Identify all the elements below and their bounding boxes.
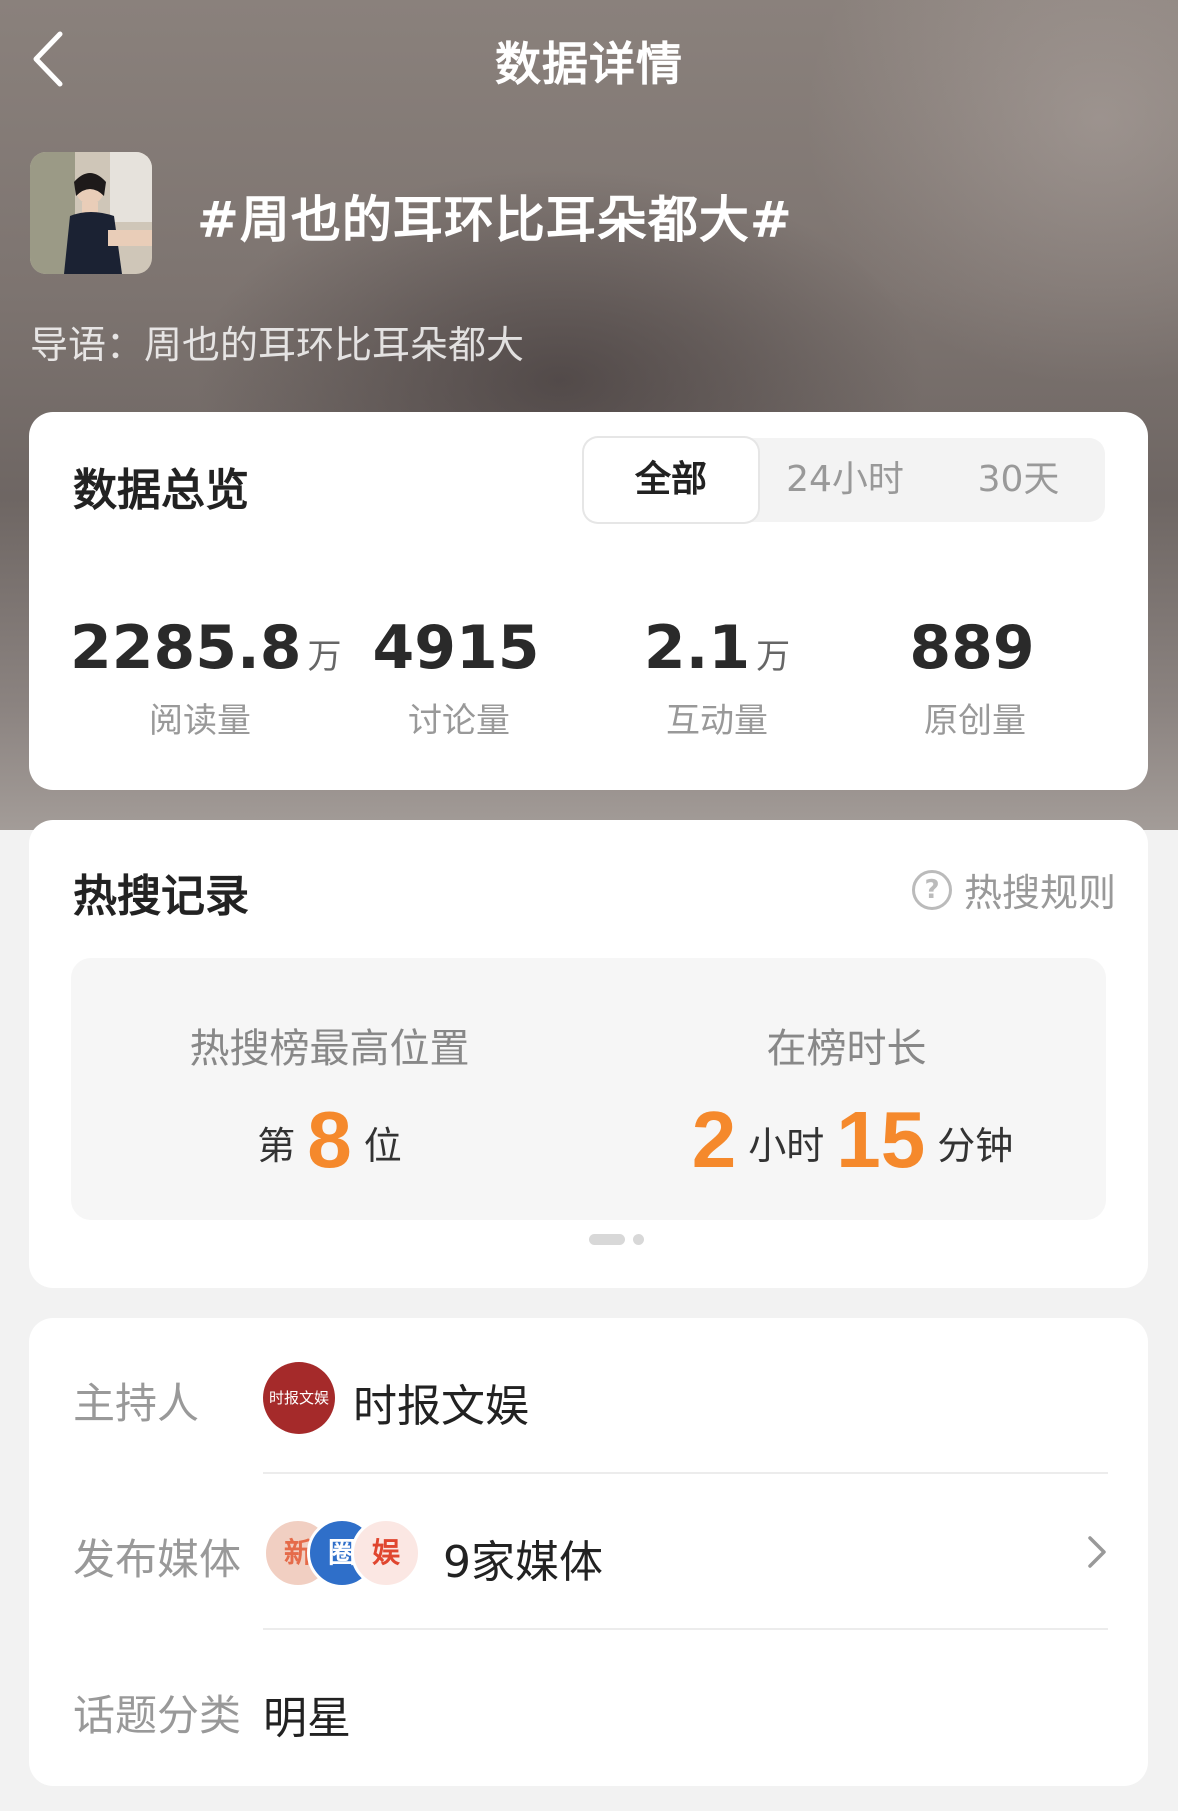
media-avatar: 娱 [351, 1518, 421, 1588]
time-range-tabs: 全部 24小时 30天 [584, 438, 1105, 522]
media-label: 发布媒体 [73, 1535, 242, 1584]
media-avatars: 新 圈 娱 [263, 1518, 423, 1590]
stat-interactions-value: 2.1 [643, 613, 751, 683]
highest-rank: 热搜榜最高位置 第8位 [71, 958, 588, 1186]
stat-originals-label: 原创量 [924, 701, 1026, 741]
host-label: 主持人 [73, 1379, 200, 1428]
topic-title: #周也的耳环比耳朵都大# [197, 191, 793, 249]
stat-originals-value: 889 [909, 613, 1035, 683]
topic-intro: 导语：周也的耳环比耳朵都大 [30, 323, 525, 367]
stat-interactions-label: 互动量 [666, 701, 768, 741]
highest-rank-number: 8 [307, 1095, 352, 1184]
stat-discussions: 4915 讨论量 [329, 612, 589, 742]
topic-thumbnail [30, 152, 152, 274]
highest-rank-label: 热搜榜最高位置 [189, 1026, 470, 1072]
time-on-list-minutes: 15 [836, 1095, 926, 1184]
time-on-list-hours-unit: 小时 [748, 1124, 825, 1168]
overview-title: 数据总览 [73, 465, 249, 516]
host-name[interactable]: 时报文娱 [353, 1370, 529, 1434]
time-on-list-label: 在榜时长 [766, 1026, 927, 1072]
hot-search-rules-link[interactable]: ? 热搜规则 [911, 862, 1116, 917]
stat-interactions: 2.1 万 互动量 [587, 612, 847, 742]
time-on-list-hours: 2 [691, 1095, 737, 1184]
media-row[interactable]: 发布媒体 新 圈 娱 9家媒体 [29, 1474, 1148, 1630]
hot-search-rules-label: 热搜规则 [963, 871, 1116, 915]
tab-30d[interactable]: 30天 [932, 438, 1105, 522]
page-title: 数据详情 [495, 37, 683, 91]
stat-discussions-label: 讨论量 [408, 701, 510, 741]
stat-interactions-unit: 万 [756, 637, 791, 677]
topic-info-card: 主持人 时报文娱 时报文娱 发布媒体 新 圈 娱 9家媒体 话题分类 明星 [29, 1318, 1148, 1786]
stat-reads-label: 阅读量 [149, 701, 251, 741]
carousel-dot-active [589, 1234, 625, 1245]
chevron-right-icon[interactable] [1084, 1532, 1110, 1572]
hot-search-title: 热搜记录 [73, 871, 249, 922]
time-on-list-minutes-unit: 分钟 [937, 1124, 1014, 1168]
carousel-dot [633, 1234, 644, 1245]
carousel-indicator [589, 1234, 644, 1245]
highest-rank-suffix: 位 [363, 1124, 402, 1168]
hot-search-stats: 热搜榜最高位置 第8位 在榜时长 2 小时 15 分钟 [71, 958, 1106, 1220]
host-avatar[interactable]: 时报文娱 [263, 1362, 335, 1434]
time-on-list: 在榜时长 2 小时 15 分钟 [588, 958, 1105, 1186]
overview-card: 数据总览 全部 24小时 30天 2285.8 万 阅读量 4915 讨论量 2.… [29, 412, 1148, 790]
tab-all[interactable]: 全部 [584, 438, 758, 522]
category-row: 话题分类 明星 [29, 1630, 1148, 1786]
media-count: 9家媒体 [443, 1537, 603, 1588]
highest-rank-prefix: 第 [257, 1124, 296, 1168]
stat-reads-value: 2285.8 [70, 613, 302, 683]
stat-discussions-value: 4915 [372, 613, 540, 683]
category-label: 话题分类 [73, 1691, 242, 1740]
category-value: 明星 [263, 1693, 351, 1744]
host-row[interactable]: 主持人 时报文娱 时报文娱 [29, 1318, 1148, 1474]
stat-originals: 889 原创量 [845, 612, 1105, 742]
hot-search-card: 热搜记录 ? 热搜规则 热搜榜最高位置 第8位 在榜时长 2 小时 15 分钟 [29, 820, 1148, 1288]
help-icon: ? [911, 869, 952, 910]
tab-24h[interactable]: 24小时 [758, 438, 932, 522]
top-bar: 数据详情 [0, 0, 1178, 124]
stat-reads: 2285.8 万 阅读量 [70, 612, 342, 742]
